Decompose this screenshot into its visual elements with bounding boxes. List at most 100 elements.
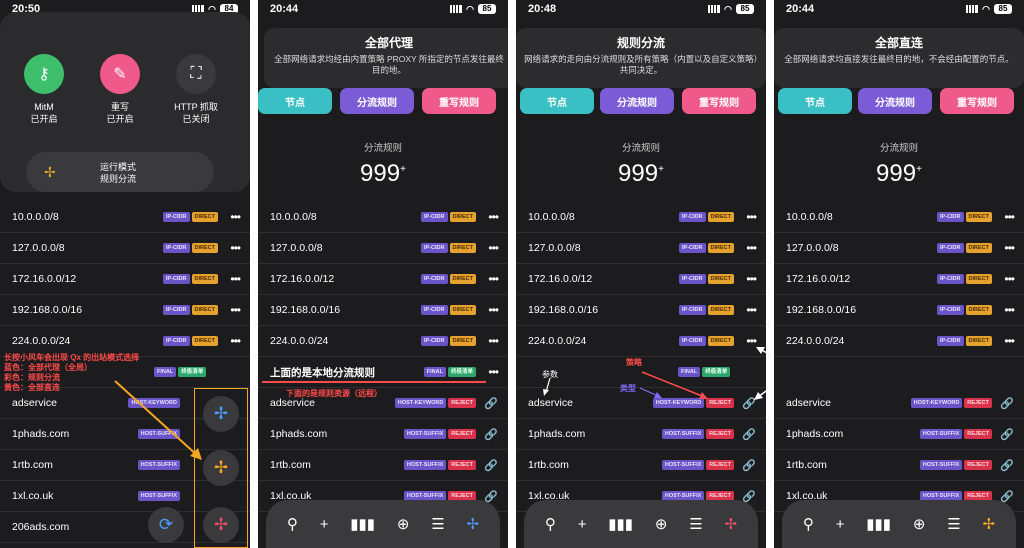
tab-nodes[interactable]: 节点 (258, 88, 332, 114)
rule-value: 172.16.0.0/12 (12, 273, 77, 285)
signal-icon (708, 5, 721, 13)
rule-row[interactable]: 10.0.0.0/8 IP-CIDR DIRECT ••• (258, 202, 508, 233)
more-icon[interactable]: ••• (224, 334, 241, 348)
mitm-label: MitM (34, 102, 54, 112)
rule-row[interactable]: adservice HOST-KEYWORD REJECT 🔗 (774, 388, 1024, 419)
stats-icon[interactable]: ▮▮▮ (866, 515, 891, 533)
more-icon[interactable]: ••• (224, 241, 241, 255)
rule-row[interactable]: 172.16.0.0/12 IP-CIDR DIRECT ••• (516, 264, 766, 295)
run-mode-button[interactable]: ✢ 运行模式 规则分流 (26, 152, 214, 192)
link-icon[interactable]: 🔗 (740, 459, 756, 472)
more-icon[interactable]: ••• (998, 241, 1015, 255)
mode-description: 全部网络请求均经由内置策略 PROXY 所指定的节点发往最终目的地。 (274, 54, 504, 76)
tab-rules[interactable]: 分流规则 (340, 88, 414, 114)
pencil-icon[interactable]: ✎ (100, 54, 140, 94)
tab-rewrite[interactable]: 重写规则 (682, 88, 756, 114)
rule-row[interactable]: 172.16.0.0/12 IP-CIDR DIRECT ••• (258, 264, 508, 295)
add-icon[interactable]: + (320, 516, 329, 533)
list-icon[interactable]: ☰ (947, 515, 960, 533)
pinwheel-yellow-icon[interactable]: ✢ (982, 515, 995, 533)
rule-row[interactable]: 127.0.0.0/8 IP-CIDR DIRECT ••• (0, 233, 250, 264)
more-icon[interactable]: ••• (740, 303, 757, 317)
rule-row[interactable]: 1rtb.com HOST-SUFFIX REJECT 🔗 (516, 450, 766, 481)
more-icon[interactable]: ••• (482, 365, 499, 379)
rule-row[interactable]: 192.168.0.0/16 IP-CIDR DIRECT ••• (774, 295, 1024, 326)
link-icon[interactable]: 🔗 (482, 428, 498, 441)
rule-row[interactable]: 1phads.com HOST-SUFFIX REJECT 🔗 (258, 419, 508, 450)
rewrite-state: 已开启 (106, 113, 134, 124)
stats-icon[interactable]: ▮▮▮ (608, 515, 633, 533)
more-icon[interactable]: ••• (998, 303, 1015, 317)
tab-rules[interactable]: 分流规则 (858, 88, 932, 114)
link-icon[interactable]: 🔗 (482, 459, 498, 472)
more-icon[interactable]: ••• (740, 210, 757, 224)
tab-rewrite[interactable]: 重写规则 (422, 88, 496, 114)
more-icon[interactable]: ••• (998, 272, 1015, 286)
rule-row[interactable]: 172.16.0.0/12 IP-CIDR DIRECT ••• (774, 264, 1024, 295)
rule-row[interactable]: adservice HOST-KEYWORD REJECT 🔗 (258, 388, 508, 419)
rule-row[interactable]: 224.0.0.0/24 IP-CIDR DIRECT ••• (774, 326, 1024, 357)
more-icon[interactable]: ••• (998, 334, 1015, 348)
rule-row[interactable]: 127.0.0.0/8 IP-CIDR DIRECT ••• (258, 233, 508, 264)
more-icon[interactable]: ••• (482, 303, 499, 317)
add-icon[interactable]: + (836, 516, 845, 533)
more-icon[interactable]: ••• (482, 334, 499, 348)
rule-row[interactable]: 192.168.0.0/16 IP-CIDR DIRECT ••• (0, 295, 250, 326)
rule-row[interactable]: 224.0.0.0/24 IP-CIDR DIRECT ••• (516, 326, 766, 357)
globe-icon[interactable]: ⊕ (913, 515, 926, 533)
rule-row[interactable]: 1rtb.com HOST-SUFFIX REJECT 🔗 (774, 450, 1024, 481)
tab-nodes[interactable]: 节点 (520, 88, 594, 114)
rule-row[interactable]: 192.168.0.0/16 IP-CIDR DIRECT ••• (258, 295, 508, 326)
globe-icon[interactable]: ⊕ (397, 515, 410, 533)
rule-row[interactable]: 1phads.com HOST-SUFFIX REJECT 🔗 (774, 419, 1024, 450)
bottom-toolbar: ⚲ + ▮▮▮ ⊕ ☰ ✢ (782, 500, 1016, 548)
link-icon[interactable]: 🔗 (482, 397, 498, 410)
more-icon[interactable]: ••• (482, 210, 499, 224)
rule-row[interactable]: 1phads.com HOST-SUFFIX REJECT 🔗 (516, 419, 766, 450)
stats-icon[interactable]: ▮▮▮ (350, 515, 375, 533)
rule-row[interactable]: 192.168.0.0/16 IP-CIDR DIRECT ••• (516, 295, 766, 326)
search-icon[interactable]: ⚲ (803, 515, 814, 533)
status-time: 20:44 (270, 3, 299, 15)
pinwheel-color-icon[interactable]: ✢ (203, 507, 239, 543)
final-rule-row[interactable]: 上面的是本地分流规则 FINAL 终极清单 ••• (258, 357, 508, 388)
link-icon[interactable]: 🔗 (740, 428, 756, 441)
link-icon[interactable]: 🔗 (998, 397, 1014, 410)
list-icon[interactable]: ☰ (689, 515, 702, 533)
rule-row[interactable]: 172.16.0.0/12 IP-CIDR DIRECT ••• (0, 264, 250, 295)
search-icon[interactable]: ⚲ (287, 515, 298, 533)
tab-rewrite[interactable]: 重写规则 (940, 88, 1014, 114)
more-icon[interactable]: ••• (998, 210, 1015, 224)
capture-icon[interactable]: ⛶ (176, 54, 216, 94)
pinwheel-color-icon[interactable]: ✢ (724, 515, 737, 533)
rule-row[interactable]: 10.0.0.0/8 IP-CIDR DIRECT ••• (0, 202, 250, 233)
rule-row[interactable]: 10.0.0.0/8 IP-CIDR DIRECT ••• (774, 202, 1024, 233)
pinwheel-blue-icon[interactable]: ✢ (203, 396, 239, 432)
link-icon[interactable]: 🔗 (998, 428, 1014, 441)
add-icon[interactable]: + (578, 516, 587, 533)
rule-row[interactable]: 127.0.0.0/8 IP-CIDR DIRECT ••• (516, 233, 766, 264)
search-icon[interactable]: ⚲ (545, 515, 556, 533)
link-icon[interactable]: 🔗 (998, 459, 1014, 472)
tab-rules[interactable]: 分流规则 (600, 88, 674, 114)
tab-nodes[interactable]: 节点 (778, 88, 852, 114)
more-icon[interactable]: ••• (224, 303, 241, 317)
more-icon[interactable]: ••• (224, 272, 241, 286)
refresh-icon[interactable]: ⟳ (148, 507, 184, 543)
rule-row[interactable]: 127.0.0.0/8 IP-CIDR DIRECT ••• (774, 233, 1024, 264)
more-icon[interactable]: ••• (482, 272, 499, 286)
more-icon[interactable]: ••• (482, 241, 499, 255)
rule-row[interactable]: 10.0.0.0/8 IP-CIDR DIRECT ••• (516, 202, 766, 233)
key-icon[interactable]: ⚷ (24, 54, 64, 94)
panel-global-proxy: 20:44 ◠ 85 节点 分流规则 重写规则 全部代理 全部网络请求均经由内置策… (258, 0, 508, 548)
pinwheel-yellow-icon[interactable]: ✢ (203, 450, 239, 486)
pinwheel-blue-icon[interactable]: ✢ (466, 515, 479, 533)
more-icon[interactable]: ••• (740, 272, 757, 286)
rule-row[interactable]: 224.0.0.0/24 IP-CIDR DIRECT ••• (258, 326, 508, 357)
rule-row[interactable]: 1rtb.com HOST-SUFFIX REJECT 🔗 (258, 450, 508, 481)
more-icon[interactable]: ••• (224, 210, 241, 224)
wifi-icon: ◠ (724, 3, 732, 14)
more-icon[interactable]: ••• (740, 241, 757, 255)
globe-icon[interactable]: ⊕ (655, 515, 668, 533)
list-icon[interactable]: ☰ (431, 515, 444, 533)
